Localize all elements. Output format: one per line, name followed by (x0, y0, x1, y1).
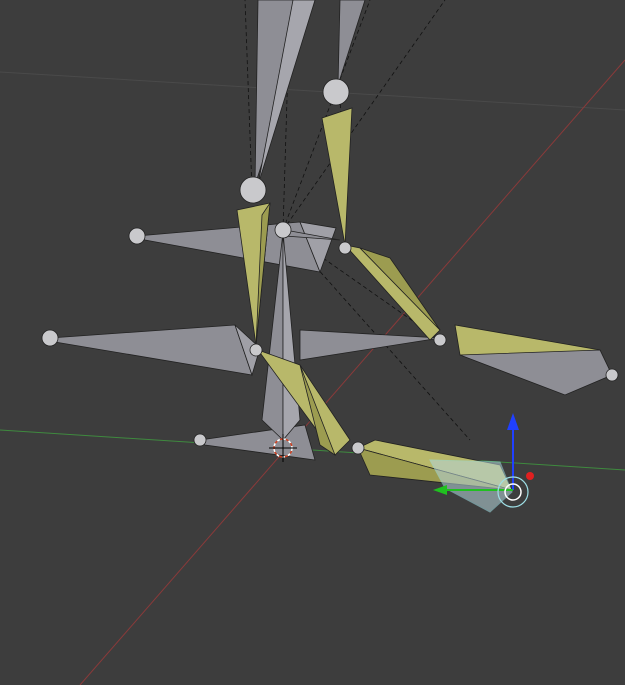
viewport-canvas[interactable] (0, 0, 625, 685)
grid-line (0, 71, 625, 111)
gizmo-x-handle[interactable] (526, 472, 534, 480)
3d-viewport[interactable] (0, 0, 625, 685)
gizmo-y-arrow[interactable] (433, 485, 447, 495)
gizmo-z-arrow[interactable] (507, 413, 519, 430)
